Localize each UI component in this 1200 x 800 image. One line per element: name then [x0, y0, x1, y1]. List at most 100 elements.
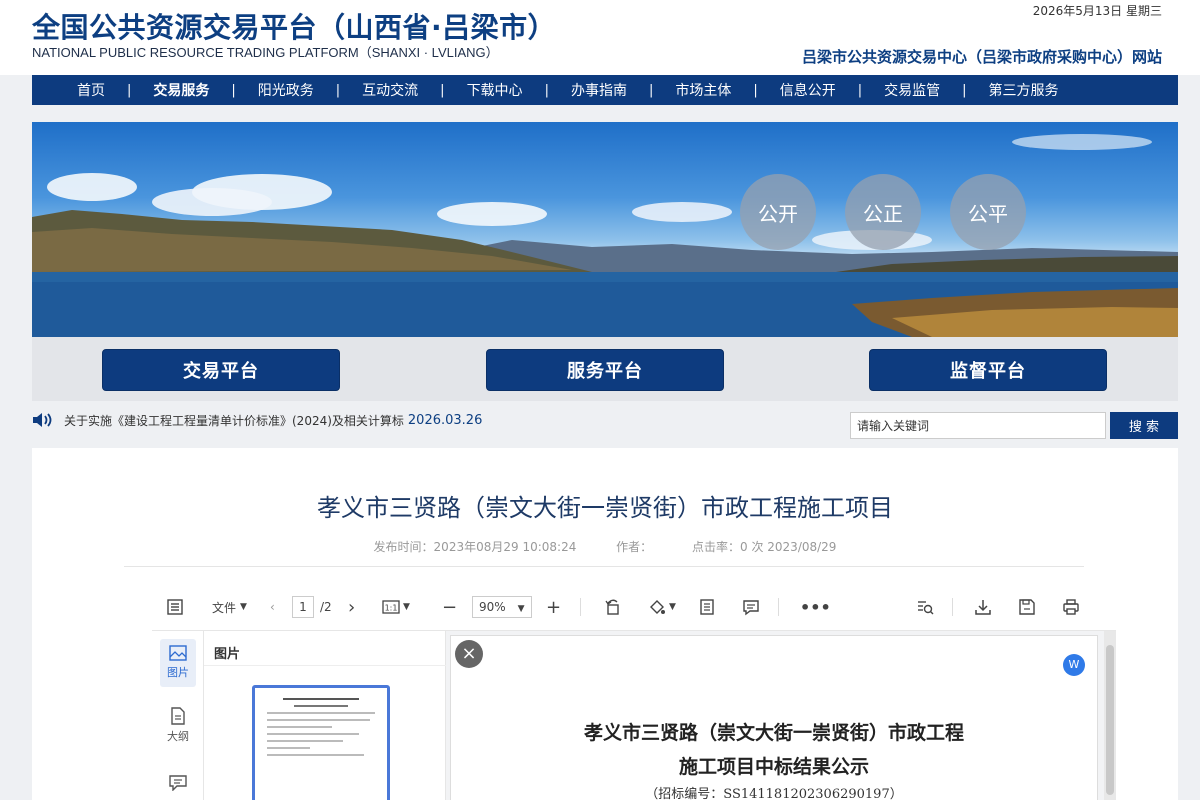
image-icon [169, 645, 187, 661]
prev-page-icon[interactable]: ‹ [270, 590, 275, 624]
thumb-line [267, 712, 375, 714]
word-icon[interactable]: W [1063, 654, 1085, 676]
nav-separator: | [231, 82, 236, 98]
nav-separator: | [544, 82, 549, 98]
nav-separator: | [648, 82, 654, 98]
file-menu[interactable]: 文件 ▼ [212, 590, 247, 624]
zoom-out-icon[interactable]: − [442, 590, 457, 624]
toolbar-divider [952, 598, 953, 616]
banner-image: 公开 公正 公平 [32, 122, 1178, 337]
document-page: × W 孝义市三贤路（崇文大街一崇贤街）市政工程 施工项目中标结果公示 （招标编… [450, 635, 1098, 800]
nav-separator: | [753, 82, 758, 98]
chevron-down-icon: ▼ [517, 604, 525, 614]
thumbnail-panel: 图片 [204, 631, 446, 800]
page-number-input[interactable]: 1 [292, 596, 314, 618]
nav-item-guide[interactable]: 办事指南 [571, 80, 627, 100]
rotate-icon[interactable] [604, 590, 622, 624]
thumb-line [294, 705, 348, 707]
more-icon[interactable]: ••• [800, 590, 831, 624]
viewer-side-rail: 图片 大纲 [152, 631, 204, 800]
click-count: 点击率：0 次 2023/08/29 [692, 540, 837, 554]
site-title-cn[interactable]: 全国公共资源交易平台（山西省·吕梁市） [32, 6, 556, 46]
nav-separator: | [440, 82, 445, 98]
page-indicator: 1 /2 [292, 590, 332, 624]
nav-item-gov-affairs[interactable]: 阳光政务 [258, 80, 314, 100]
comment-icon [169, 775, 187, 792]
fit-page-icon[interactable]: 1:1 ▼ [382, 590, 410, 624]
nav-item-info-public[interactable]: 信息公开 [780, 80, 836, 100]
document-icon[interactable] [698, 590, 716, 624]
sidebar-toggle-icon[interactable] [166, 590, 184, 624]
trade-platform-button[interactable]: 交易平台 [102, 349, 340, 391]
rail-item-images[interactable]: 图片 [160, 639, 196, 687]
thumbnail-panel-title: 图片 [214, 647, 241, 662]
thumb-line [267, 719, 370, 721]
nav-item-supervision[interactable]: 交易监管 [884, 80, 940, 100]
thumb-line [267, 747, 311, 749]
nav-separator: | [127, 82, 132, 98]
service-platform-button[interactable]: 服务平台 [486, 349, 724, 391]
nav-separator: | [857, 82, 863, 98]
site-title-en: NATIONAL PUBLIC RESOURCE TRADING PLATFOR… [32, 45, 499, 60]
fill-color-icon[interactable]: ▼ [648, 590, 676, 624]
notice-bar: 关于实施《建设工程工程量清单计价标准》(2024)及相关计算标 2026.03.… [32, 410, 482, 430]
banner-badge-just: 公正 [845, 174, 921, 250]
scrollbar-thumb[interactable] [1106, 645, 1114, 795]
nav-item-interaction[interactable]: 互动交流 [362, 80, 418, 100]
zoom-value: 90% [479, 600, 506, 614]
speaker-icon [33, 413, 52, 427]
site-header: 全国公共资源交易平台（山西省·吕梁市） NATIONAL PUBLIC RESO… [0, 0, 1200, 75]
next-page-icon[interactable]: › [348, 590, 355, 624]
author: 作者： [616, 540, 653, 554]
print-icon[interactable] [1062, 590, 1080, 624]
outline-icon [171, 707, 185, 725]
thumb-line [267, 733, 359, 735]
download-icon[interactable] [974, 590, 992, 624]
search-doc-icon[interactable] [916, 590, 934, 624]
article-meta: 发布时间：2023年08月29 10:08:24 作者： 点击率：0 次 202… [32, 538, 1178, 555]
nav-separator: | [335, 82, 341, 98]
thumb-line [267, 754, 365, 756]
chevron-down-icon: ▼ [669, 602, 676, 612]
banner-badge-fair: 公平 [950, 174, 1026, 250]
rail-item-comments[interactable] [160, 775, 196, 799]
chevron-down-icon: ▼ [403, 602, 410, 612]
notice-date: 2026.03.26 [407, 412, 483, 428]
chevron-down-icon: ▼ [240, 602, 247, 612]
file-menu-label: 文件 [212, 600, 237, 615]
main-nav: 首页 | 交易服务 | 阳光政务 | 互动交流 | 下载中心 | 办事指南 | … [32, 75, 1178, 105]
document-title-line1: 孝义市三贤路（崇文大街一崇贤街）市政工程 [583, 722, 964, 744]
document-area: × W 孝义市三贤路（崇文大街一崇贤街）市政工程 施工项目中标结果公示 （招标编… [446, 631, 1116, 800]
search-button[interactable]: 搜 索 [1110, 412, 1178, 439]
zoom-in-icon[interactable]: + [546, 590, 561, 624]
banner-badge-open: 公开 [740, 174, 816, 250]
comment-icon[interactable] [742, 590, 760, 624]
thumbnail-divider [204, 665, 446, 666]
thumb-line [267, 726, 332, 728]
page-total: /2 [320, 600, 332, 614]
toolbar-divider [778, 598, 779, 616]
document-scrollbar[interactable] [1104, 631, 1116, 800]
nav-item-market[interactable]: 市场主体 [675, 80, 731, 100]
nav-item-trade-service[interactable]: 交易服务 [153, 80, 209, 100]
pdf-toolbar: 文件 ▼ ‹ 1 /2 › 1:1 ▼ − 90% ▼ + ▼ ••• [152, 590, 1112, 624]
nav-item-third-party[interactable]: 第三方服务 [989, 80, 1059, 100]
rail-item-outline[interactable]: 大纲 [160, 707, 196, 751]
thumb-line [267, 740, 343, 742]
site-name[interactable]: 吕梁市公共资源交易中心（吕梁市政府采购中心）网站 [802, 46, 1162, 67]
nav-item-download[interactable]: 下载中心 [467, 80, 523, 100]
zoom-select[interactable]: 90% ▼ [472, 590, 532, 624]
platform-bar: 交易平台 服务平台 监督平台 [32, 337, 1178, 401]
nav-separator: | [962, 82, 967, 98]
page-thumbnail[interactable] [252, 685, 390, 800]
meta-divider [124, 566, 1084, 567]
rail-item-images-label: 图片 [167, 666, 189, 679]
close-icon[interactable]: × [455, 640, 483, 668]
rail-item-outline-label: 大纲 [167, 730, 189, 743]
search-input[interactable] [850, 412, 1106, 439]
nav-item-home[interactable]: 首页 [77, 80, 105, 100]
save-icon[interactable] [1018, 590, 1036, 624]
document-title-line2: 施工项目中标结果公示 [678, 756, 869, 778]
supervise-platform-button[interactable]: 监督平台 [869, 349, 1107, 391]
notice-text[interactable]: 关于实施《建设工程工程量清单计价标准》(2024)及相关计算标 [64, 412, 404, 429]
